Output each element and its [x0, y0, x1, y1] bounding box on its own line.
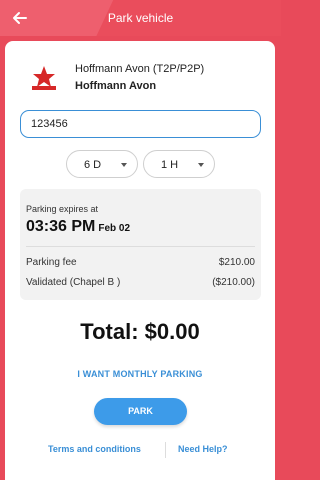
app-header: Park vehicle	[0, 0, 281, 36]
validation-row: Validated (Chapel B ) ($210.00)	[26, 277, 255, 288]
validation-amount: ($210.00)	[212, 277, 255, 288]
expiry-time: 03:36 PM	[26, 218, 96, 235]
days-select[interactable]: 6 D	[66, 150, 138, 178]
expiry-time-row: 03:36 PM Feb 02	[26, 218, 130, 236]
hours-select[interactable]: 1 H	[143, 150, 215, 178]
help-link[interactable]: Need Help?	[178, 444, 228, 454]
days-value: 6 D	[84, 159, 102, 171]
footer-links: Terms and conditions Need Help?	[5, 442, 275, 458]
chevron-down-icon	[198, 163, 204, 167]
divider	[26, 246, 255, 247]
park-button[interactable]: PARK	[94, 398, 187, 425]
lot-subtitle: Hoffmann Avon (T2P/P2P)	[75, 63, 205, 75]
parking-card: Hoffmann Avon (T2P/P2P) Hoffmann Avon 6 …	[5, 41, 275, 480]
star-logo-icon	[26, 64, 62, 92]
divider	[165, 442, 166, 458]
lot-name: Hoffmann Avon	[75, 80, 157, 92]
expiry-date: Feb 02	[98, 223, 131, 234]
fee-row: Parking fee $210.00	[26, 257, 255, 268]
expiry-summary: Parking expires at 03:36 PM Feb 02 Parkin…	[20, 189, 261, 300]
plate-input[interactable]	[20, 110, 261, 138]
monthly-parking-link[interactable]: I WANT MONTHLY PARKING	[5, 369, 275, 379]
expiry-label: Parking expires at	[26, 204, 99, 214]
validation-label: Validated (Chapel B )	[26, 277, 121, 288]
page-title: Park vehicle	[107, 11, 174, 25]
terms-link[interactable]: Terms and conditions	[48, 444, 141, 454]
total-amount: Total: $0.00	[80, 319, 200, 344]
fee-label: Parking fee	[26, 257, 77, 268]
hours-value: 1 H	[161, 159, 179, 171]
fee-amount: $210.00	[218, 257, 255, 268]
chevron-down-icon	[121, 163, 127, 167]
